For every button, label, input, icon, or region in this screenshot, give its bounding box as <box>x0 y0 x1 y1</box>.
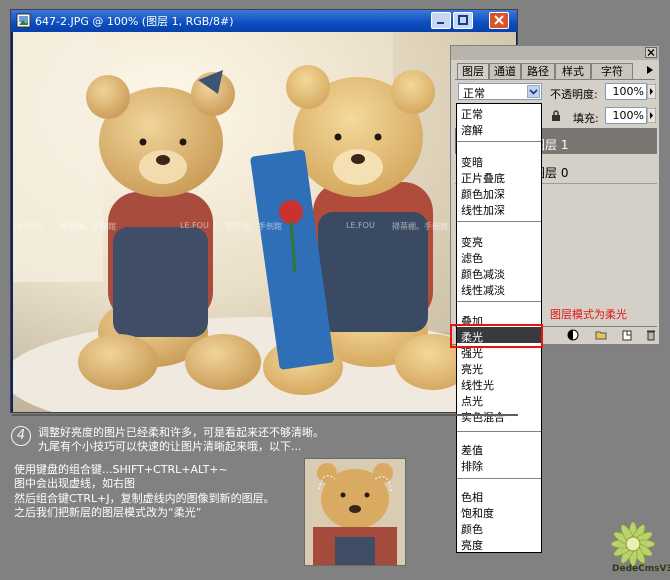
blend-option[interactable]: 亮光 <box>461 361 483 377</box>
tab-character[interactable]: 字符 <box>591 63 633 79</box>
dropdown-arrow[interactable] <box>527 85 540 98</box>
blend-option[interactable]: 排除 <box>461 458 483 474</box>
document-window: 647-2.JPG @ 100% (图层 1, RGB/8#) <box>10 9 518 413</box>
watermark-brand: LE.FOU <box>180 221 209 230</box>
selection-example-thumbnail <box>304 458 406 566</box>
opacity-input[interactable]: 100% <box>605 83 647 100</box>
menu-separator <box>457 431 541 432</box>
teddy-bear-thumbnail <box>305 459 405 565</box>
panel-menu-icon[interactable] <box>645 65 655 75</box>
watermark-text: 掃蒂棚。手劍館 <box>392 222 448 231</box>
minimize-icon <box>437 22 444 24</box>
blend-option[interactable]: 溶解 <box>461 122 483 138</box>
tutorial-text: 之后我们把新层的图层模式改为“柔光” <box>14 506 202 519</box>
tab-styles[interactable]: 样式 <box>555 63 591 79</box>
blend-mode-value: 正常 <box>463 87 485 100</box>
watermark-brand: LE.FOU <box>14 221 43 230</box>
blend-option[interactable]: 线性减淡 <box>461 282 505 298</box>
blend-option[interactable]: 饱和度 <box>461 505 494 521</box>
delete-layer-icon[interactable] <box>645 329 657 341</box>
blend-option[interactable]: 线性光 <box>461 377 494 393</box>
blend-option[interactable]: 实色混合 <box>461 409 505 425</box>
blend-option[interactable]: 变暗 <box>461 154 483 170</box>
step-number-badge: 4 <box>11 426 31 446</box>
fill-slider-toggle-icon[interactable] <box>647 108 656 123</box>
document-title: 647-2.JPG @ 100% (图层 1, RGB/8#) <box>35 15 234 28</box>
logo-text: DedeCmsV3 <box>612 564 670 574</box>
blend-option[interactable]: 正常 <box>461 106 483 122</box>
blend-option[interactable]: 变亮 <box>461 234 483 250</box>
blend-option[interactable]: 正片叠底 <box>461 170 505 186</box>
new-group-icon[interactable] <box>595 329 607 341</box>
menu-separator <box>457 221 541 222</box>
blend-option[interactable]: 颜色加深 <box>461 186 505 202</box>
close-icon <box>494 15 504 25</box>
fill-label: 填充: <box>573 112 599 125</box>
blend-option[interactable]: 点光 <box>461 393 483 409</box>
opacity-slider-toggle-icon[interactable] <box>647 84 656 99</box>
blend-option[interactable]: 颜色 <box>461 521 483 537</box>
tab-paths[interactable]: 路径 <box>521 63 555 79</box>
watermark-brand: LE.FOU <box>346 221 375 230</box>
lock-icon[interactable] <box>551 110 561 121</box>
panel-titlebar[interactable] <box>451 46 659 60</box>
new-layer-icon[interactable] <box>621 329 633 341</box>
menu-separator <box>457 141 541 142</box>
image-file-icon <box>16 13 31 28</box>
blend-option[interactable]: 亮度 <box>461 537 483 553</box>
fill-input[interactable]: 100% <box>605 107 647 124</box>
blend-option[interactable]: 差值 <box>461 442 483 458</box>
blend-option[interactable]: 颜色减淡 <box>461 266 505 282</box>
blend-option[interactable]: 滤色 <box>461 250 483 266</box>
blend-option[interactable]: 线性加深 <box>461 202 505 218</box>
minimize-button[interactable] <box>431 12 451 29</box>
maximize-button[interactable] <box>453 12 473 29</box>
maximize-icon <box>458 15 468 25</box>
tab-divider <box>455 79 655 80</box>
close-button[interactable] <box>489 12 509 29</box>
tab-layers[interactable]: 图层 <box>457 63 489 80</box>
tab-channels[interactable]: 通道 <box>489 63 521 79</box>
watermark-text: 掃蒂棚。手劍館 <box>226 222 282 231</box>
opacity-label: 不透明度: <box>550 88 598 101</box>
document-titlebar[interactable]: 647-2.JPG @ 100% (图层 1, RGB/8#) <box>11 10 517 32</box>
adjustment-layer-icon[interactable] <box>567 329 579 341</box>
red-highlight-box <box>450 324 543 348</box>
tutorial-text: 九尾有个小技巧可以快速的让图片清晰起来哦，以下... <box>38 440 302 453</box>
menu-separator <box>457 301 541 302</box>
blend-mode-select[interactable]: 正常 <box>458 83 542 100</box>
menu-separator <box>457 478 541 479</box>
annotation-note: 图层模式为柔光 <box>550 308 627 321</box>
chevron-down-icon <box>529 89 538 95</box>
tutorial-text: 图中会出现虚线，如右图 <box>14 477 135 490</box>
close-icon[interactable] <box>645 47 657 58</box>
watermark-text: 掃蒂棚。手劍館 <box>60 222 116 231</box>
section-divider <box>12 414 518 416</box>
blend-option[interactable]: 色相 <box>461 489 483 505</box>
